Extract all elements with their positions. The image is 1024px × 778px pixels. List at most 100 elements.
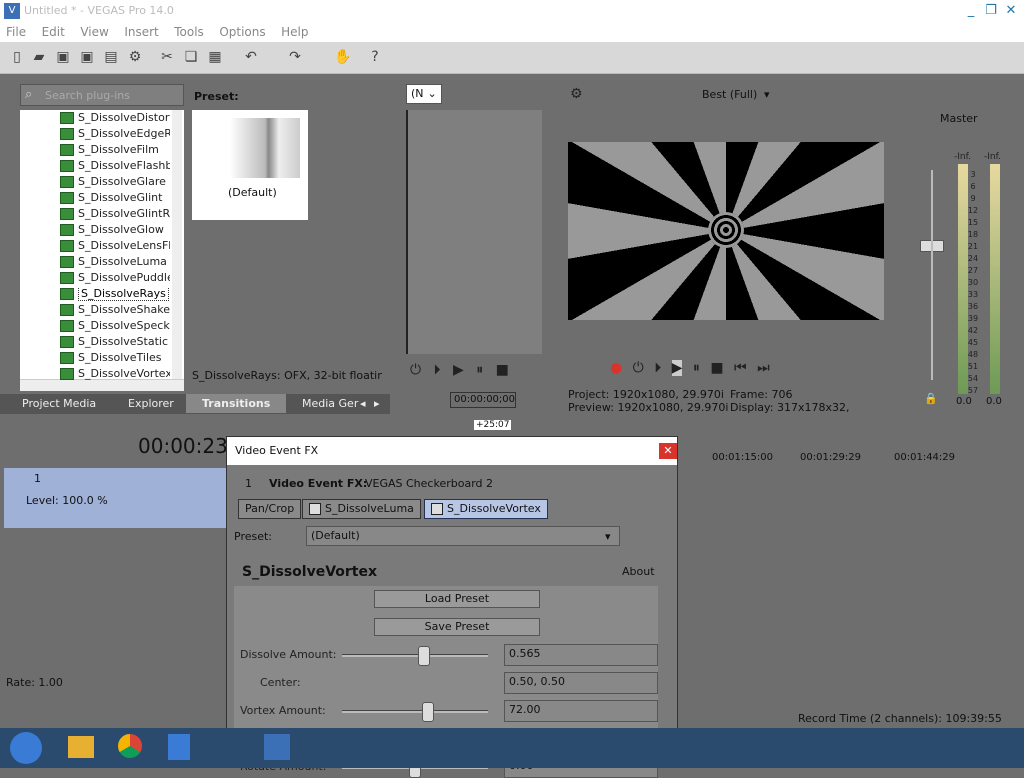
play-icon[interactable]: ▶ [671,360,683,376]
loop-icon[interactable]: ⏻ [410,362,421,378]
plugin-list-item[interactable]: S_DissolveFilm [60,143,170,159]
plugin-list-item[interactable]: S_DissolveStatic [60,335,170,351]
meter-val-left: 0.0 [956,396,972,407]
plugin-list-item[interactable]: S_DissolveLuma [60,255,170,271]
vfx-close-button[interactable]: ✕ [659,443,677,459]
trimmer-view[interactable] [406,110,542,354]
param-slider-thumb[interactable] [422,702,435,722]
track-header[interactable]: 1 Level: 100.0 % [4,468,232,528]
plugin-list-item[interactable]: S_DissolveTiles [60,351,170,367]
param-slider-thumb[interactable] [417,646,430,666]
tab-transitions[interactable]: Transitions [186,394,287,413]
vfx-about-link[interactable]: About [622,565,655,578]
plugin-list-item[interactable]: S_DissolveSpeckle [60,319,170,335]
undo-icon[interactable]: ↶ [242,48,260,66]
save-preset-button[interactable]: Save Preset [374,618,540,636]
save-icon[interactable]: ▣ [54,48,72,66]
stop-icon[interactable]: ■ [496,362,509,378]
menu-view[interactable]: View [74,22,114,39]
param-value-field[interactable]: 0.50, 0.50 [504,672,658,694]
menu-edit[interactable]: Edit [36,22,71,39]
menu-help[interactable]: Help [275,22,314,39]
properties-icon[interactable]: ⚙ [126,48,144,66]
tab-project-media[interactable]: Project Media [22,397,96,410]
pause-icon[interactable]: ⏸ [476,362,483,378]
render-icon[interactable]: ▤ [102,48,120,66]
vfx-track-number: 1 [245,477,252,490]
plugin-list-item[interactable]: S_DissolveGlintRa [60,207,170,223]
display-label: Display: [730,401,774,414]
fx-chain-dissolve-vortex[interactable]: S_DissolveVortex [424,499,548,519]
file-explorer-icon[interactable] [68,736,94,758]
plugin-icon [60,272,74,284]
param-value-field[interactable]: 0.565 [504,644,658,666]
search-box[interactable]: ⌕ Search plug-ins [20,84,184,106]
menu-options[interactable]: Options [213,22,271,39]
quality-select[interactable]: Best (Full) [702,88,757,101]
prev-frame-icon[interactable]: ⏮ [734,360,747,376]
param-slider-track[interactable] [342,710,488,713]
tab-media-generators[interactable]: Media Ger [302,397,358,410]
preset-thumbnail[interactable]: (Default) [192,110,308,220]
menu-tools[interactable]: Tools [168,22,210,39]
lock-icon[interactable]: 🔒 [924,392,938,405]
menu-insert[interactable]: Insert [118,22,164,39]
play-from-start-icon[interactable]: ⏵ [434,362,441,378]
paste-icon[interactable]: ▦ [206,48,224,66]
plugin-list-item[interactable]: S_DissolveRays [60,287,170,303]
pause-icon[interactable]: ⏸ [693,360,700,376]
stop-icon[interactable]: ■ [710,360,723,376]
trim-icon[interactable]: ✋ [334,48,352,66]
meter-tick: 18 [967,230,979,239]
meter-tick: 21 [967,242,979,251]
tab-scroll-left-icon[interactable]: ◂ [360,397,366,410]
plugin-list-item[interactable]: S_DissolveEdgeRa [60,127,170,143]
save-as-icon[interactable]: ▣ [78,48,96,66]
close-window-button[interactable]: ✕ [1002,3,1020,19]
plugin-label: S_DissolveVortex [78,367,170,380]
load-preset-button[interactable]: Load Preset [374,590,540,608]
play-from-start-icon[interactable]: ⏵ [654,360,661,376]
trimmer-select[interactable]: (N ⌄ [406,84,442,104]
loop-icon[interactable]: ⏻ [633,360,644,376]
checkbox-icon[interactable] [431,503,443,515]
cut-icon[interactable]: ✂ [158,48,176,66]
help-icon[interactable]: ? [366,48,384,66]
restore-button[interactable]: ❐ [982,3,1000,19]
next-frame-icon[interactable]: ⏭ [757,360,770,376]
play-icon[interactable]: ▶ [453,362,464,378]
copy-icon[interactable]: ❏ [182,48,200,66]
plugin-list-item[interactable]: S_DissolveGlare [60,175,170,191]
param-value-field[interactable]: 72.00 [504,700,658,722]
minimize-button[interactable]: _ [962,3,980,19]
tree-scrollbar[interactable] [172,110,182,380]
param-slider-track[interactable] [342,654,488,657]
plugin-list-item[interactable]: S_DissolveDistort [60,111,170,127]
vegas-task-icon[interactable] [264,734,290,760]
preview-value: 1920x1080, 29.970i [617,401,729,414]
new-file-icon[interactable]: ▯ [8,48,26,66]
preview-video-frame[interactable] [568,142,884,320]
plugin-list-item[interactable]: S_DissolveFlashbu [60,159,170,175]
open-folder-icon[interactable]: ▰ [30,48,48,66]
tab-scroll-right-icon[interactable]: ▸ [374,397,380,410]
chrome-icon[interactable] [118,734,142,758]
redo-icon[interactable]: ↷ [286,48,304,66]
preview-gear-icon[interactable]: ⚙ [570,86,583,102]
tab-explorer[interactable]: Explorer [128,397,174,410]
notes-icon[interactable] [168,734,190,760]
record-icon[interactable]: ● [610,360,622,376]
plugin-list-item[interactable]: S_DissolveShake [60,303,170,319]
plugin-list-item[interactable]: S_DissolveGlint [60,191,170,207]
windows-start-icon[interactable] [10,732,42,764]
plugin-list-item[interactable]: S_DissolveVortex [60,367,170,383]
checkbox-icon[interactable] [309,503,321,515]
vfx-header-label: Video Event FX: [269,477,368,490]
fx-chain-dissolve-luma[interactable]: S_DissolveLuma [302,499,421,519]
fx-chain-pan-crop[interactable]: Pan/Crop [238,499,302,519]
plugin-list-item[interactable]: S_DissolveGlow [60,223,170,239]
vfx-preset-select[interactable]: (Default) ▾ [306,526,620,546]
menu-file[interactable]: File [0,22,32,39]
plugin-list-item[interactable]: S_DissolveLensFla [60,239,170,255]
plugin-list-item[interactable]: S_DissolvePuddle [60,271,170,287]
